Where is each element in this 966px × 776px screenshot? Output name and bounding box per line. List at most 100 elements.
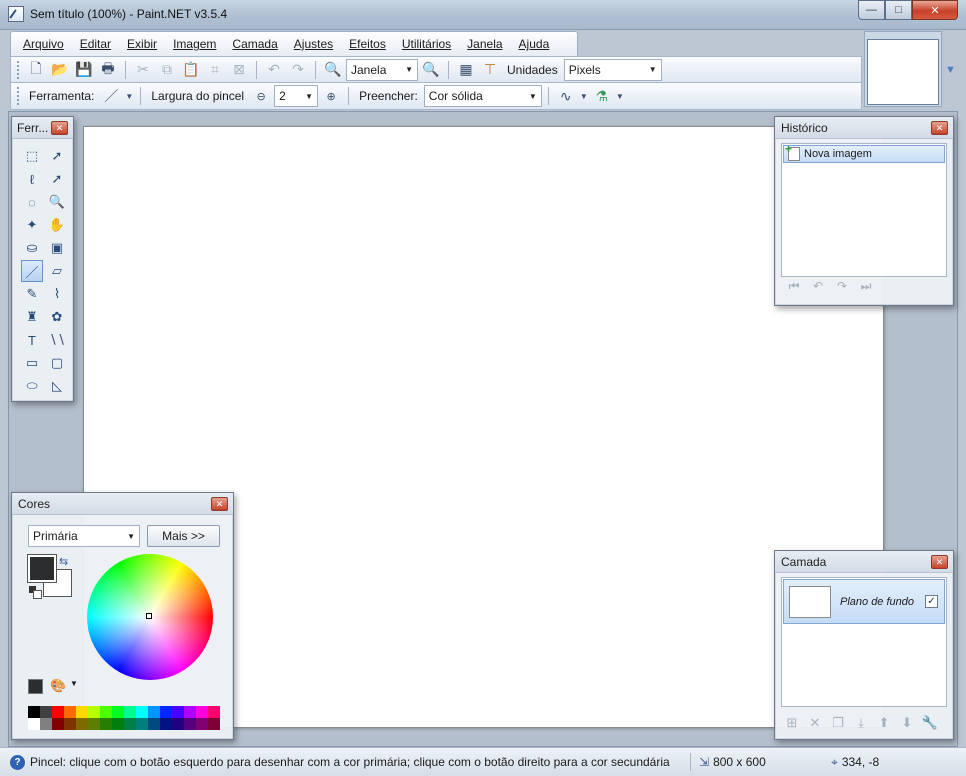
menu-editar[interactable]: Editar [72, 33, 119, 55]
history-item[interactable]: Nova imagem [783, 142, 945, 163]
close-button[interactable]: ✕ [912, 0, 958, 20]
grid-icon[interactable]: ▦ [455, 59, 477, 81]
palette-swatch[interactable] [160, 706, 172, 718]
palette-swatch[interactable] [40, 718, 52, 730]
close-icon[interactable]: ✕ [931, 121, 948, 135]
palette-swatch[interactable] [184, 718, 196, 730]
toolbar-grip[interactable] [17, 60, 20, 79]
menu-efeitos[interactable]: Efeitos [341, 33, 394, 55]
rectangle-tool-icon[interactable]: ▭ [21, 352, 43, 374]
crop-to-selection-icon[interactable]: ⌗ [204, 59, 226, 81]
palette-swatch[interactable] [196, 718, 208, 730]
increase-width-icon[interactable]: ⊕ [320, 85, 342, 107]
move-selected-pixels-tool-icon[interactable]: ➚ [46, 145, 68, 167]
add-layer-icon[interactable]: ⊞ [783, 715, 801, 731]
tools-palette-title[interactable]: Ferr... ✕ [12, 117, 73, 139]
palette-swatch[interactable] [88, 718, 100, 730]
rectangle-select-tool-icon[interactable]: ⬚ [21, 145, 43, 167]
palette-swatch[interactable] [148, 718, 160, 730]
text-tool-icon[interactable]: T [21, 329, 43, 351]
color-target-dropdown[interactable]: Primária ▼ [28, 525, 140, 547]
paint-bucket-tool-icon[interactable]: ⛀ [21, 237, 43, 259]
move-layer-down-icon[interactable]: ⬇ [898, 715, 916, 731]
maximize-button[interactable]: □ [885, 0, 912, 20]
rewind-icon[interactable]: ⏮ [785, 279, 803, 294]
palette-swatch[interactable] [100, 718, 112, 730]
palette-swatch[interactable] [136, 706, 148, 718]
units-dropdown[interactable]: Pixels ▼ [563, 58, 662, 81]
blend-mode-icon[interactable]: ⚗ [591, 85, 613, 107]
more-button[interactable]: Mais >> [147, 525, 220, 547]
menu-utilitarios[interactable]: Utilitários [394, 33, 459, 55]
palette-swatch[interactable] [76, 718, 88, 730]
chevron-down-icon[interactable]: ▼ [615, 85, 625, 107]
save-icon[interactable]: 💾 [73, 59, 95, 81]
menu-arquivo[interactable]: Arquivo [15, 33, 72, 55]
pencil-tool-icon[interactable]: ✎ [21, 283, 43, 305]
menu-exibir[interactable]: Exibir [119, 33, 165, 55]
move-layer-up-icon[interactable]: ⬆ [875, 715, 893, 731]
rounded-rectangle-tool-icon[interactable]: ▢ [46, 352, 68, 374]
fast-forward-icon[interactable]: ⏭ [857, 279, 875, 294]
print-icon[interactable]: 🖶 [97, 59, 119, 81]
close-icon[interactable]: ✕ [931, 555, 948, 569]
color-wheel-marker[interactable] [146, 613, 152, 619]
minimize-button[interactable]: — [858, 0, 885, 20]
palette-swatch[interactable] [148, 706, 160, 718]
colors-palette-title[interactable]: Cores ✕ [12, 493, 233, 515]
palette-swatch[interactable] [184, 706, 196, 718]
zoom-tool-icon[interactable]: 🔍 [46, 191, 68, 213]
pan-tool-icon[interactable]: ✋ [46, 214, 68, 236]
palette-swatch[interactable] [40, 706, 52, 718]
palette-swatch[interactable] [76, 706, 88, 718]
image-tab-thumbnail[interactable] [864, 31, 942, 107]
layers-palette-title[interactable]: Camada ✕ [775, 551, 953, 573]
decrease-width-icon[interactable]: ⊖ [250, 85, 272, 107]
new-file-icon[interactable]: 🗋 [25, 59, 47, 81]
palette-menu-icon[interactable]: 🎨 [50, 678, 66, 694]
paste-icon[interactable]: 📋 [180, 59, 202, 81]
chevron-down-icon[interactable]: ▼ [124, 85, 134, 107]
palette-swatch[interactable] [28, 718, 40, 730]
paintnet-app-icon[interactable] [8, 6, 24, 22]
move-selection-tool-icon[interactable]: ➚ [46, 168, 68, 190]
open-file-icon[interactable]: 📂 [49, 59, 71, 81]
palette-swatch[interactable] [208, 706, 220, 718]
line-curve-tool-icon[interactable]: ∖∖ [46, 329, 68, 351]
close-icon[interactable]: ✕ [51, 121, 68, 135]
zoom-dropdown[interactable]: Janela ▼ [346, 58, 418, 81]
zoom-out-icon[interactable]: 🔍 [322, 59, 344, 81]
image-list-chevron-icon[interactable]: ▼ [945, 64, 956, 76]
menu-janela[interactable]: Janela [459, 33, 510, 55]
copy-icon[interactable]: ⧉ [156, 59, 178, 81]
chevron-down-icon[interactable]: ▼ [579, 85, 589, 107]
rulers-icon[interactable]: ⊤ [479, 59, 501, 81]
history-palette-title[interactable]: Histórico ✕ [775, 117, 953, 139]
layer-properties-icon[interactable]: 🔧 [921, 715, 939, 731]
freeform-shape-tool-icon[interactable]: ◺ [46, 375, 68, 397]
palette-swatch[interactable] [112, 706, 124, 718]
delete-layer-icon[interactable]: ✕ [806, 715, 824, 731]
magic-wand-tool-icon[interactable]: ✦ [21, 214, 43, 236]
palette-swatch[interactable] [64, 718, 76, 730]
add-to-palette-icon[interactable] [28, 679, 43, 694]
redo-icon[interactable]: ↷ [833, 279, 851, 294]
toolbar-grip[interactable] [17, 87, 20, 105]
close-icon[interactable]: ✕ [211, 497, 228, 511]
palette-swatch[interactable] [100, 706, 112, 718]
layer-visibility-checkbox[interactable]: ✓ [925, 595, 938, 608]
palette-swatch[interactable] [136, 718, 148, 730]
menu-ajustes[interactable]: Ajustes [286, 33, 341, 55]
undo-icon[interactable]: ↶ [809, 279, 827, 294]
eraser-tool-icon[interactable]: ▱ [46, 260, 68, 282]
palette-swatch[interactable] [124, 718, 136, 730]
cut-icon[interactable]: ✂ [132, 59, 154, 81]
brush-width-dropdown[interactable]: 2 ▼ [274, 85, 319, 107]
recolor-tool-icon[interactable]: ✿ [46, 306, 68, 328]
swap-colors-icon[interactable]: ⇆ [59, 555, 68, 568]
palette-swatch[interactable] [112, 718, 124, 730]
palette-swatch[interactable] [52, 706, 64, 718]
menu-camada[interactable]: Camada [224, 33, 285, 55]
clone-stamp-tool-icon[interactable]: ♜ [21, 306, 43, 328]
redo-icon[interactable]: ↷ [287, 59, 309, 81]
